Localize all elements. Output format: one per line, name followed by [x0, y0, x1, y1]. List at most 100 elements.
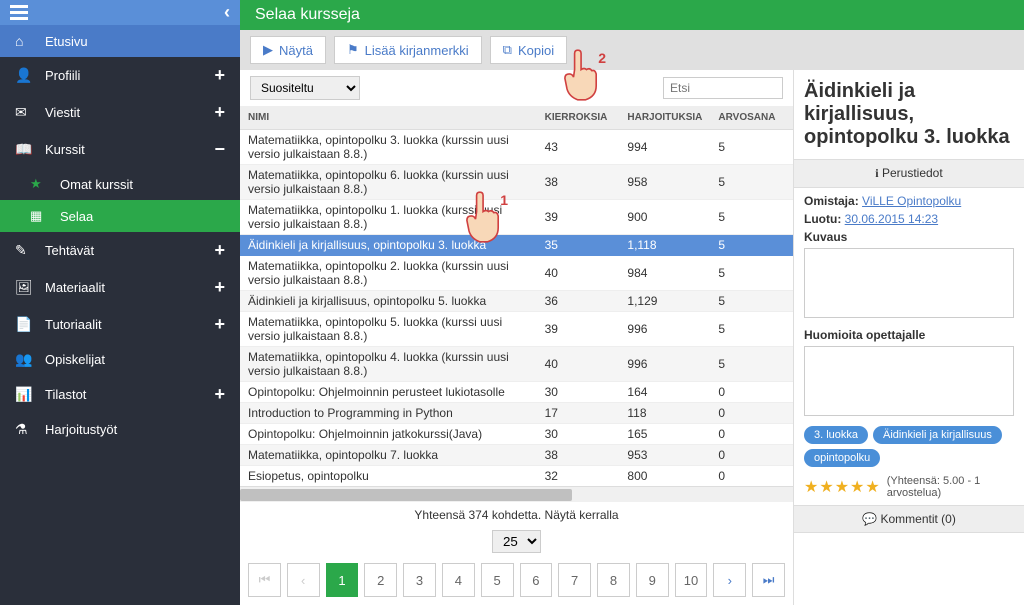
pager-next[interactable]: ›	[713, 563, 746, 597]
chart-icon: 📊	[15, 386, 35, 403]
col-name[interactable]: Nimi	[240, 106, 537, 130]
plus-icon: +	[214, 65, 225, 86]
pager-page[interactable]: 1	[326, 563, 359, 597]
pager-first: ⏮	[248, 563, 281, 597]
tag[interactable]: 3. luokka	[804, 426, 868, 444]
table-cell: 40	[537, 256, 620, 291]
table-cell: Matematiikka, opintopolku 5. luokka (kur…	[240, 312, 537, 347]
table-cell: 5	[710, 256, 793, 291]
table-row[interactable]: Matematiikka, opintopolku 5. luokka (kur…	[240, 312, 793, 347]
table-cell: 0	[710, 403, 793, 424]
owner-link[interactable]: ViLLE Opintopolku	[862, 194, 961, 208]
table-row[interactable]: Matematiikka, opintopolku 6. luokka (kur…	[240, 165, 793, 200]
notes-box[interactable]	[804, 346, 1014, 416]
table-row[interactable]: Matematiikka, opintopolku 1. luokka (kur…	[240, 200, 793, 235]
table-cell: 5	[710, 200, 793, 235]
horizontal-scrollbar[interactable]	[240, 486, 793, 502]
show-button[interactable]: ▶ Näytä	[250, 36, 326, 64]
table-cell: Matematiikka, opintopolku 3. luokka (kur…	[240, 130, 537, 165]
table-row[interactable]: Introduction to Programming in Python171…	[240, 403, 793, 424]
pager-page[interactable]: 5	[481, 563, 514, 597]
table-cell: Opintopolku: Ohjelmoinnin perusteet luki…	[240, 382, 537, 403]
col-exercises[interactable]: Harjoituksia	[619, 106, 710, 130]
sort-select[interactable]: Suositeltu	[250, 76, 360, 100]
pager-page[interactable]: 8	[597, 563, 630, 597]
table-cell: 953	[619, 445, 710, 466]
nav-tasks[interactable]: ✎ Tehtävät +	[0, 232, 240, 269]
nav-label: Tilastot	[45, 387, 214, 402]
bookmark-button[interactable]: ⚑ Lisää kirjanmerkki	[334, 36, 482, 64]
col-rounds[interactable]: Kierroksia	[537, 106, 620, 130]
table-cell: 958	[619, 165, 710, 200]
nav-students[interactable]: 👥 Opiskelijat	[0, 343, 240, 376]
table-cell: 0	[710, 445, 793, 466]
table-row[interactable]: Äidinkieli ja kirjallisuus, opintopolku …	[240, 291, 793, 312]
table-row[interactable]: Matematiikka, opintopolku 4. luokka (kur…	[240, 347, 793, 382]
courses-table: Nimi Kierroksia Harjoituksia Arvosana Ma…	[240, 106, 793, 486]
nav-messages[interactable]: ✉ Viestit +	[0, 94, 240, 131]
table-row[interactable]: Opintopolku: Ohjelmoinnin perusteet luki…	[240, 382, 793, 403]
table-cell: Esiopetus, opintopolku	[240, 466, 537, 487]
table-cell: 1,129	[619, 291, 710, 312]
nav-courses[interactable]: 📖 Kurssit −	[0, 131, 240, 168]
table-cell: 164	[619, 382, 710, 403]
menu-icon[interactable]	[10, 2, 28, 23]
created-link[interactable]: 30.06.2015 14:23	[845, 212, 938, 226]
notes-label: Huomioita opettajalle	[804, 328, 925, 342]
pager-page[interactable]: 4	[442, 563, 475, 597]
pager-page[interactable]: 6	[520, 563, 553, 597]
nav-home[interactable]: ⌂ Etusivu	[0, 25, 240, 57]
owner-field: Omistaja: ViLLE Opintopolku	[804, 194, 1014, 208]
description-box[interactable]	[804, 248, 1014, 318]
table-row[interactable]: Matematiikka, opintopolku 3. luokka (kur…	[240, 130, 793, 165]
nav-tutorials[interactable]: 📄 Tutoriaalit +	[0, 306, 240, 343]
table-row[interactable]: Esiopetus, opintopolku328000	[240, 466, 793, 487]
pager-page[interactable]: 7	[558, 563, 591, 597]
table-cell: 5	[710, 130, 793, 165]
collapse-icon[interactable]: ‹	[224, 2, 230, 23]
table-cell: 5	[710, 291, 793, 312]
page-size-select[interactable]: 25	[492, 530, 541, 553]
nav-own-courses[interactable]: ★ Omat kurssit	[0, 168, 240, 200]
minus-icon: −	[214, 139, 225, 160]
table-row[interactable]: Äidinkieli ja kirjallisuus, opintopolku …	[240, 235, 793, 256]
nav-stats[interactable]: 📊 Tilastot +	[0, 376, 240, 413]
table-cell: Matematiikka, opintopolku 2. luokka (kur…	[240, 256, 537, 291]
tag[interactable]: opintopolku	[804, 449, 880, 467]
table-cell: Äidinkieli ja kirjallisuus, opintopolku …	[240, 291, 537, 312]
pager-last[interactable]: ⏭	[752, 563, 785, 597]
pager-page[interactable]: 10	[675, 563, 708, 597]
pager-page[interactable]: 9	[636, 563, 669, 597]
table-cell: 996	[619, 347, 710, 382]
copy-button[interactable]: ⧉ Kopioi	[490, 36, 567, 64]
details-title: Äidinkieli ja kirjallisuus, opintopolku …	[804, 80, 1014, 149]
nav-label: Harjoitustyöt	[45, 422, 225, 437]
flask-icon: ⚗	[15, 421, 35, 438]
table-cell: 984	[619, 256, 710, 291]
pager-page[interactable]: 3	[403, 563, 436, 597]
nav-profile[interactable]: 👤 Profiili +	[0, 57, 240, 94]
search-input[interactable]	[663, 77, 783, 99]
pager-prev: ‹	[287, 563, 320, 597]
table-cell: Opintopolku: Ohjelmoinnin jatkokurssi(Ja…	[240, 424, 537, 445]
grid-icon: ▦	[30, 208, 50, 224]
nav-label: Viestit	[45, 105, 214, 120]
col-grade[interactable]: Arvosana	[710, 106, 793, 130]
table-row[interactable]: Opintopolku: Ohjelmoinnin jatkokurssi(Ja…	[240, 424, 793, 445]
pager-page[interactable]: 2	[364, 563, 397, 597]
plus-icon: +	[214, 314, 225, 335]
table-cell: 38	[537, 165, 620, 200]
table-cell: Introduction to Programming in Python	[240, 403, 537, 424]
basic-info-header[interactable]: i Perustiedot	[794, 159, 1024, 188]
tag[interactable]: Äidinkieli ja kirjallisuus	[873, 426, 1002, 444]
nav-exercises[interactable]: ⚗ Harjoitustyöt	[0, 413, 240, 446]
comments-header[interactable]: 💬 Kommentit (0)	[794, 505, 1024, 533]
nav-browse[interactable]: ▦ Selaa	[0, 200, 240, 232]
main: Selaa kursseja ▶ Näytä ⚑ Lisää kirjanmer…	[240, 0, 1024, 605]
table-row[interactable]: Matematiikka, opintopolku 2. luokka (kur…	[240, 256, 793, 291]
table-cell: Matematiikka, opintopolku 4. luokka (kur…	[240, 347, 537, 382]
nav-materials[interactable]: 🖼 Materiaalit +	[0, 269, 240, 306]
table-area: Suositeltu Nimi Kierroksia Harjoituksia …	[240, 70, 794, 605]
table-cell: 118	[619, 403, 710, 424]
table-row[interactable]: Matematiikka, opintopolku 7. luokka38953…	[240, 445, 793, 466]
